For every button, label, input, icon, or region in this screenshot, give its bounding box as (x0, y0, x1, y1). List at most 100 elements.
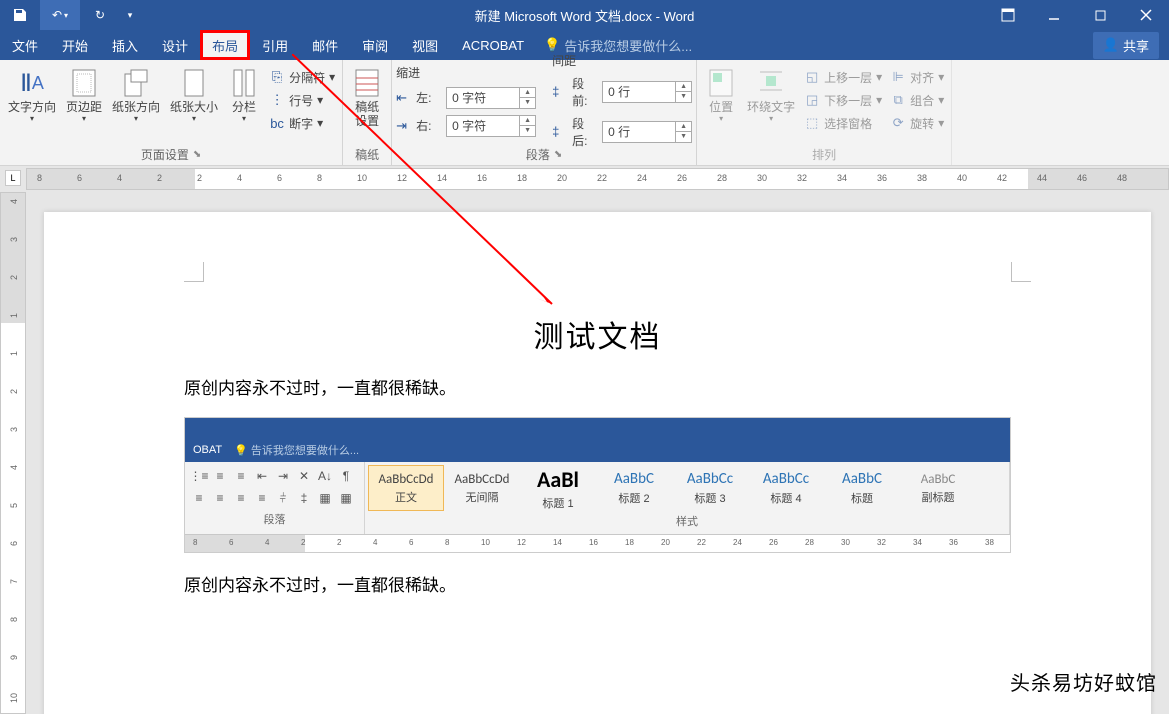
group-icon: ⧉ (890, 92, 906, 108)
undo-button[interactable]: ↶ ▾ (40, 0, 80, 30)
spin-up[interactable]: ▲ (520, 88, 535, 99)
orientation-button[interactable]: 纸张方向▾ (108, 63, 164, 126)
send-backward-button[interactable]: ◲下移一层 ▾ (801, 90, 885, 111)
crop-mark (184, 262, 204, 282)
style-标题 1[interactable]: AaBl标题 1 (520, 465, 596, 511)
tab-insert[interactable]: 插入 (100, 30, 150, 60)
tab-layout[interactable]: 布局 (200, 30, 250, 60)
qat-customize[interactable]: ▾ (120, 0, 140, 30)
indent-left-input[interactable]: 0 字符▲▼ (446, 87, 536, 109)
tab-acrobat[interactable]: ACROBAT (450, 30, 536, 60)
manuscript-settings-button[interactable]: 稿纸 设置 (347, 63, 387, 131)
style-标题 2[interactable]: AaBbC标题 2 (596, 465, 672, 511)
document-area[interactable]: 测试文档 原创内容永不过时，一直都很稀缺。 OBAT 💡 告诉我您想要做什么..… (26, 192, 1169, 714)
doc-title[interactable]: 测试文档 (114, 312, 1081, 356)
align-icon: ⊫ (890, 69, 906, 85)
ribbon: ⅡA文字方向▾ 页边距▾ 纸张方向▾ 纸张大小▾ 分栏▾ ⎘分隔符 ▾ ⋮行号 … (0, 60, 1169, 166)
indent-right-input[interactable]: 0 字符▲▼ (446, 115, 536, 137)
spin-down[interactable]: ▼ (520, 98, 535, 108)
tab-view[interactable]: 视图 (400, 30, 450, 60)
text-direction-button[interactable]: ⅡA文字方向▾ (4, 63, 60, 126)
wrap-icon (758, 66, 784, 100)
crop-mark (1011, 262, 1031, 282)
group-page-setup: ⅡA文字方向▾ 页边距▾ 纸张方向▾ 纸张大小▾ 分栏▾ ⎘分隔符 ▾ ⋮行号 … (0, 60, 343, 165)
tab-references[interactable]: 引用 (250, 30, 300, 60)
indent-right-row: ⇥右:0 字符▲▼ (396, 115, 536, 137)
title-bar: ↶ ▾ ↻ ▾ 新建 Microsoft Word 文档.docx - Word (0, 0, 1169, 30)
size-icon (182, 66, 206, 100)
doc-paragraph-2[interactable]: 原创内容永不过时，一直都很稀缺。 (184, 571, 1011, 596)
spacing-before-input[interactable]: 0 行▲▼ (602, 81, 692, 103)
columns-icon (232, 66, 256, 100)
margins-button[interactable]: 页边距▾ (62, 63, 106, 126)
page[interactable]: 测试文档 原创内容永不过时，一直都很稀缺。 OBAT 💡 告诉我您想要做什么..… (44, 212, 1151, 714)
hyphenation-icon: bc (269, 116, 285, 131)
embedded-screenshot: OBAT 💡 告诉我您想要做什么... ⋮≡≡≡⇤⇥✕A↓¶ ≡≡≡≡⫩‡▦▦ … (184, 417, 1011, 553)
line-numbers-icon: ⋮ (269, 92, 285, 108)
indent-left-row: ⇤左:0 字符▲▼ (396, 87, 536, 109)
style-标题 3[interactable]: AaBbCc标题 3 (672, 465, 748, 511)
paragraph-launcher[interactable]: ⬊ (554, 149, 562, 160)
quick-access-toolbar: ↶ ▾ ↻ ▾ (0, 0, 140, 30)
redo-button[interactable]: ↻ (80, 0, 120, 30)
hyphenation-button[interactable]: bc断字 ▾ (266, 113, 338, 134)
rotate-button[interactable]: ⟳旋转 ▾ (887, 113, 947, 134)
workspace: 432112345678910 测试文档 原创内容永不过时，一直都很稀缺。 OB… (0, 192, 1169, 714)
spin-down[interactable]: ▼ (676, 132, 691, 142)
emb-styles-group: AaBbCcDd正文AaBbCcDd无间隔AaBl标题 1AaBbC标题 2Aa… (365, 462, 1010, 534)
columns-button[interactable]: 分栏▾ (224, 63, 264, 126)
ruler-tab-selector[interactable]: L (5, 170, 21, 186)
style-副标题[interactable]: AaBbC副标题 (900, 465, 976, 511)
page-setup-launcher[interactable]: ⬊ (193, 149, 201, 160)
maximize-button[interactable] (1077, 0, 1123, 30)
spacing-after-input[interactable]: 0 行▲▼ (602, 121, 692, 143)
window-title: 新建 Microsoft Word 文档.docx - Word (475, 6, 695, 25)
spin-up[interactable]: ▲ (676, 82, 691, 93)
tab-mailings[interactable]: 邮件 (300, 30, 350, 60)
size-button[interactable]: 纸张大小▾ (166, 63, 222, 126)
breaks-button[interactable]: ⎘分隔符 ▾ (266, 67, 338, 88)
align-button[interactable]: ⊫对齐 ▾ (887, 67, 947, 88)
line-numbers-button[interactable]: ⋮行号 ▾ (266, 90, 338, 111)
position-button[interactable]: 位置▾ (701, 63, 741, 126)
selection-pane-button[interactable]: ⬚选择窗格 (801, 113, 885, 134)
style-标题 4[interactable]: AaBbCc标题 4 (748, 465, 824, 511)
share-button[interactable]: 👤 共享 (1093, 32, 1159, 59)
spacing-after-icon: ‡ (552, 124, 568, 139)
position-icon (708, 66, 734, 100)
group-button[interactable]: ⧉组合 ▾ (887, 90, 947, 111)
tab-review[interactable]: 审阅 (350, 30, 400, 60)
tab-file[interactable]: 文件 (0, 30, 50, 60)
selection-icon: ⬚ (804, 115, 820, 131)
group-arrange: 位置▾ 环绕文字▾ ◱上移一层 ▾ ◲下移一层 ▾ ⬚选择窗格 ⊫对齐 ▾ ⧉组… (697, 60, 952, 165)
wrap-text-button[interactable]: 环绕文字▾ (743, 63, 799, 126)
window-controls (985, 0, 1169, 30)
emb-ruler: 8642246810121416182022242628303234363840 (185, 534, 1010, 552)
spacing-before-icon: ‡ (552, 84, 568, 99)
close-button[interactable] (1123, 0, 1169, 30)
breaks-icon: ⎘ (269, 69, 285, 85)
tab-design[interactable]: 设计 (150, 30, 200, 60)
spin-down[interactable]: ▼ (520, 126, 535, 136)
style-无间隔[interactable]: AaBbCcDd无间隔 (444, 465, 520, 511)
spin-up[interactable]: ▲ (676, 122, 691, 133)
margins-icon (71, 66, 97, 100)
minimize-button[interactable] (1031, 0, 1077, 30)
style-正文[interactable]: AaBbCcDd正文 (368, 465, 444, 511)
rotate-icon: ⟳ (890, 115, 906, 131)
ribbon-options-button[interactable] (985, 0, 1031, 30)
forward-icon: ◱ (804, 69, 820, 85)
horizontal-ruler[interactable]: 8642246810121416182022242628303234363840… (26, 168, 1169, 190)
save-button[interactable] (0, 0, 40, 30)
group-manuscript: 稿纸 设置 稿纸 (343, 60, 392, 165)
watermark-text: 头杀易坊好蚊馆 (1010, 667, 1157, 696)
orientation-icon (123, 66, 149, 100)
indent-left-icon: ⇤ (396, 90, 412, 106)
spin-down[interactable]: ▼ (676, 92, 691, 102)
bring-forward-button[interactable]: ◱上移一层 ▾ (801, 67, 885, 88)
spin-up[interactable]: ▲ (520, 116, 535, 127)
vertical-ruler[interactable]: 432112345678910 (0, 192, 26, 714)
style-标题[interactable]: AaBbC标题 (824, 465, 900, 511)
doc-paragraph[interactable]: 原创内容永不过时，一直都很稀缺。 (184, 374, 1011, 399)
tab-home[interactable]: 开始 (50, 30, 100, 60)
